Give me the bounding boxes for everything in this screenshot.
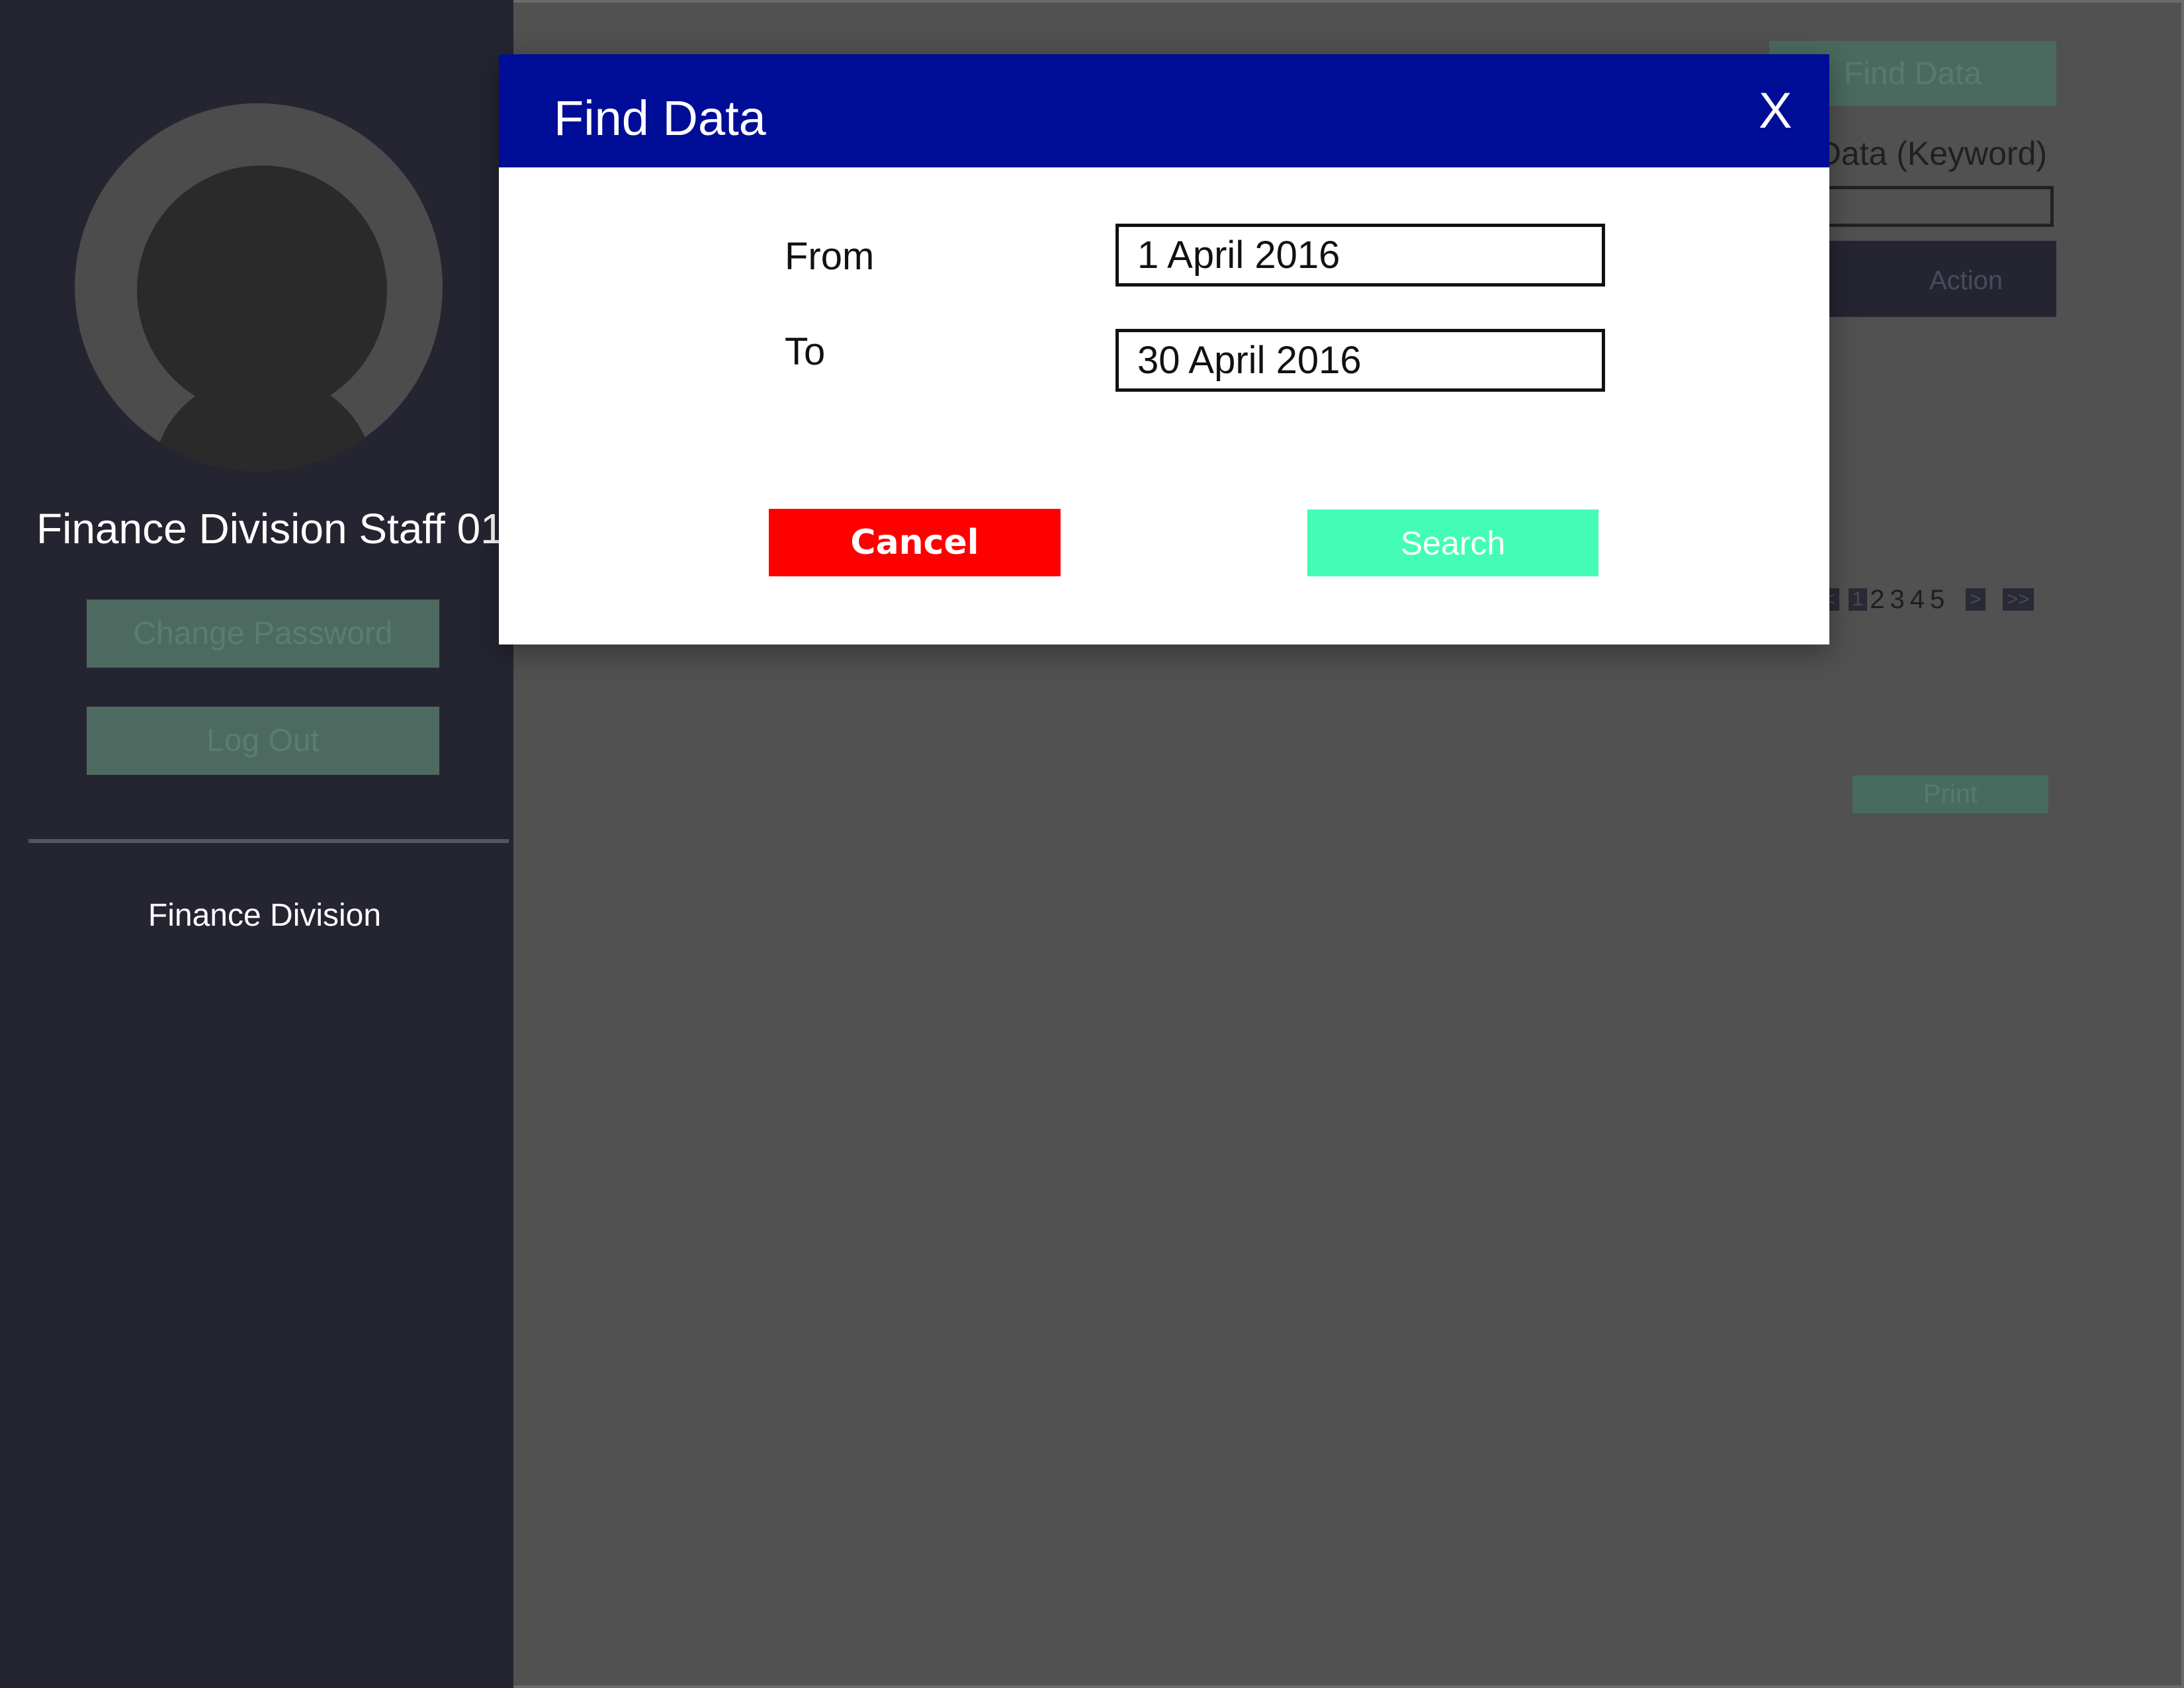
sidebar: Finance Division Staff 01 Change Passwor… bbox=[0, 0, 513, 1688]
pager-page[interactable]: 4 bbox=[1907, 585, 1927, 615]
dialog-header: Find Data X bbox=[499, 54, 1829, 167]
pager-page[interactable]: 5 bbox=[1927, 585, 1947, 615]
dialog-title: Find Data bbox=[554, 91, 766, 146]
to-label: To bbox=[785, 330, 826, 373]
sidebar-divider bbox=[28, 839, 509, 843]
pager-page[interactable]: 2 bbox=[1867, 585, 1887, 615]
pager-last-button[interactable]: >> bbox=[2002, 588, 2034, 611]
close-icon[interactable]: X bbox=[1759, 82, 1792, 140]
pager-next-button[interactable]: > bbox=[1966, 588, 1986, 611]
pagination: < 1 2 3 4 5 > >> bbox=[1819, 585, 2034, 615]
pager-page-current[interactable]: 1 bbox=[1848, 588, 1868, 611]
print-button[interactable]: Print bbox=[1853, 776, 2048, 813]
change-password-button[interactable]: Change Password bbox=[87, 600, 439, 668]
logout-button[interactable]: Log Out bbox=[87, 707, 439, 775]
from-date-input[interactable] bbox=[1115, 224, 1605, 287]
pager-page[interactable]: 3 bbox=[1887, 585, 1907, 615]
sidebar-item-finance-division[interactable]: Finance Division bbox=[0, 897, 529, 934]
table-header-action: Action bbox=[1929, 266, 2003, 295]
from-label: From bbox=[785, 235, 875, 278]
cancel-button[interactable]: Cancel bbox=[769, 509, 1061, 576]
to-date-input[interactable] bbox=[1115, 329, 1605, 392]
avatar bbox=[75, 103, 443, 471]
user-name: Finance Division Staff 01 bbox=[36, 505, 504, 553]
search-button[interactable]: Search bbox=[1307, 510, 1598, 576]
find-data-dialog: Find Data X From To Cancel Search bbox=[499, 54, 1829, 644]
